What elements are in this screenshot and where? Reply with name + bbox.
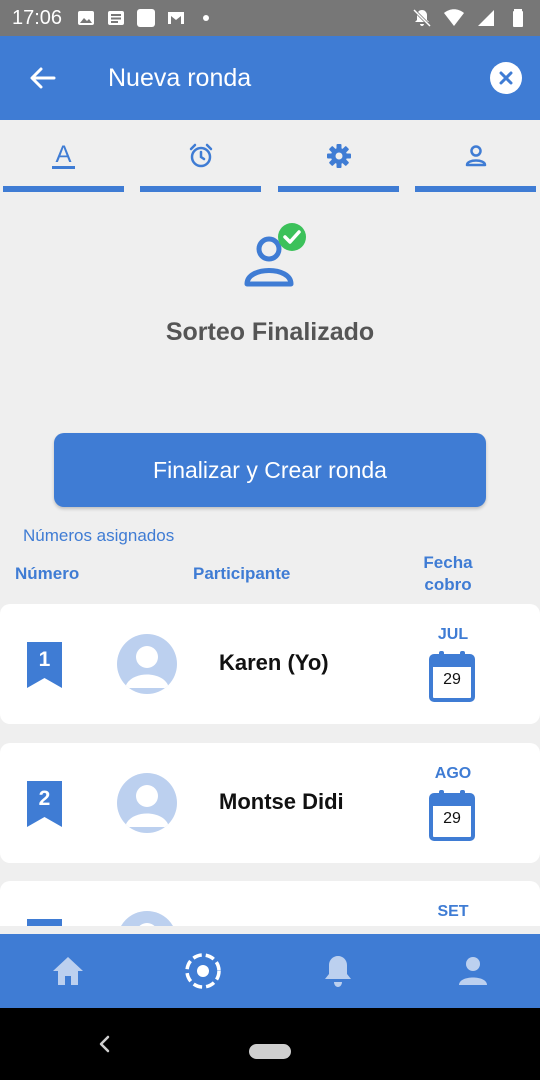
alarm-icon xyxy=(189,143,212,168)
bottom-nav xyxy=(0,934,540,1008)
column-date-line1: Fecha xyxy=(423,553,473,572)
back-button[interactable] xyxy=(0,36,84,120)
list-item[interactable]: 1 Karen (Yo) JUL 29 xyxy=(0,604,540,724)
column-participant: Participante xyxy=(193,564,291,583)
tab-indicator xyxy=(3,186,124,192)
tab-indicator xyxy=(415,186,536,192)
calendar-icon: 29 xyxy=(429,650,475,702)
nav-rounds[interactable] xyxy=(135,934,270,1008)
calendar-icon: 29 xyxy=(429,789,475,841)
avatar-placeholder-icon xyxy=(125,646,169,688)
column-date: Fecha cobro xyxy=(423,553,473,595)
system-home-button[interactable] xyxy=(249,1044,291,1059)
participant-name: Karen (Yo) xyxy=(219,650,329,675)
tab-schedule[interactable] xyxy=(140,120,261,192)
close-button[interactable] xyxy=(490,62,522,94)
news-icon xyxy=(108,11,125,25)
list-item[interactable]: 2 Montse Didi AGO 29 xyxy=(0,743,540,863)
tab-bar: A xyxy=(0,120,540,196)
number-badge: 2 xyxy=(27,781,62,827)
status-time: 17:06 xyxy=(12,6,63,29)
column-number: Número xyxy=(15,564,80,583)
app-bar: Nueva ronda xyxy=(0,36,540,120)
column-date-line2: cobro xyxy=(424,575,472,594)
payout-month: JUL xyxy=(437,626,469,643)
gear-icon xyxy=(326,144,351,168)
home-icon xyxy=(52,957,83,985)
system-nav-bar xyxy=(0,1008,540,1080)
assigned-numbers-label: Números asignados xyxy=(23,526,175,545)
system-back-icon[interactable] xyxy=(94,1032,114,1056)
number-badge: 3 xyxy=(27,919,62,926)
avatar-placeholder-icon xyxy=(139,923,155,926)
avatar xyxy=(117,634,177,694)
person-icon xyxy=(458,957,487,985)
wifi-icon xyxy=(444,9,464,26)
list-item[interactable]: 3 SET 29 xyxy=(0,881,540,926)
payout-month: SET xyxy=(437,903,469,920)
dot-icon xyxy=(203,15,210,21)
tab-indicator xyxy=(278,186,399,192)
target-icon xyxy=(184,953,221,989)
person-icon xyxy=(465,145,486,167)
number-badge: 1 xyxy=(27,642,62,688)
close-icon xyxy=(499,71,513,85)
tab-name[interactable]: A xyxy=(3,120,124,192)
gmail-icon xyxy=(168,12,185,24)
arrow-left-icon xyxy=(30,67,56,89)
payout-month: AGO xyxy=(434,765,472,782)
avatar xyxy=(117,911,177,926)
text-icon: A xyxy=(52,142,75,169)
tab-participants[interactable] xyxy=(415,120,536,192)
square-icon xyxy=(137,9,156,27)
draw-finished-title: Sorteo Finalizado xyxy=(165,318,375,346)
page-title: Nueva ronda xyxy=(108,63,252,92)
battery-icon xyxy=(513,9,523,27)
avatar xyxy=(117,773,177,833)
nav-notifications[interactable] xyxy=(270,934,405,1008)
participant-name: Montse Didi xyxy=(219,789,344,814)
participants-list[interactable]: 1 Karen (Yo) JUL 29 2 Montse Didi AGO 29… xyxy=(0,604,540,926)
finish-and-create-round-button[interactable]: Finalizar y Crear ronda xyxy=(54,433,486,507)
nav-profile[interactable] xyxy=(405,934,540,1008)
bell-icon xyxy=(324,956,351,987)
user-check-icon xyxy=(244,223,306,287)
nav-home[interactable] xyxy=(0,934,135,1008)
tab-indicator xyxy=(140,186,261,192)
tab-settings[interactable] xyxy=(278,120,399,192)
bell-off-icon xyxy=(412,8,432,28)
image-icon xyxy=(78,11,95,25)
avatar-placeholder-icon xyxy=(125,785,169,827)
status-bar: 17:06 xyxy=(0,0,540,36)
signal-icon xyxy=(478,10,494,26)
